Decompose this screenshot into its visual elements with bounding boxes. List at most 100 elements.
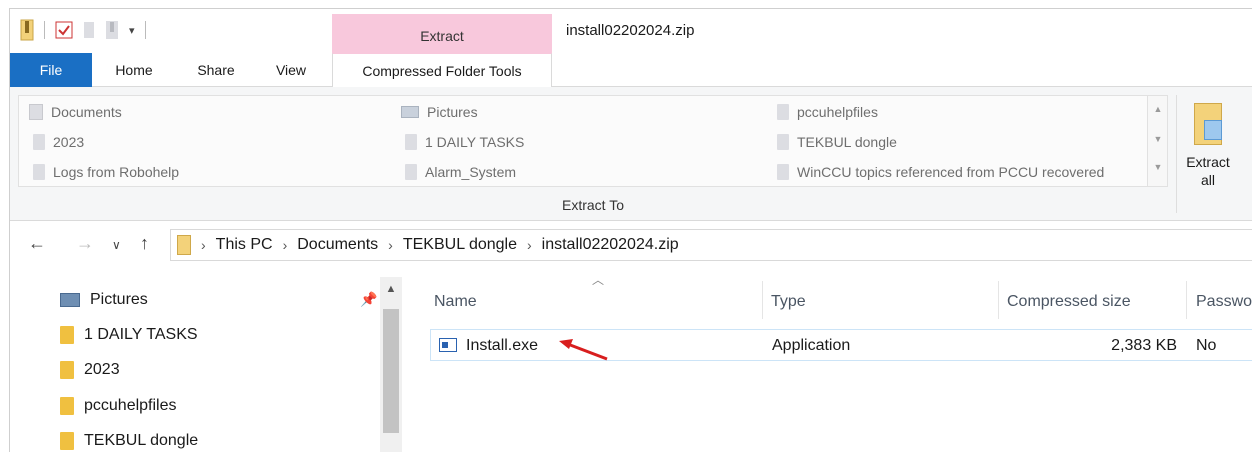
extract-to-item[interactable]: TEKBUL dongle [777,130,897,154]
explorer-window: ▾ Extract install02202024.zip File Home … [9,8,1252,452]
nav-item-pccuhelpfiles[interactable]: pccuhelpfiles [60,393,177,419]
pictures-icon [60,293,80,307]
extract-to-item-label: WinCCU topics referenced from PCCU recov… [797,164,1105,180]
extract-to-group-label: Extract To [562,197,624,213]
tab-home[interactable]: Home [102,53,166,87]
file-list: ︿ Name Type Compressed size Passwo Insta… [420,267,1252,452]
file-type: Application [772,337,851,354]
nav-item-tekbul-dongle[interactable]: TEKBUL dongle [60,428,198,452]
file-compressed-size: 2,383 KB [1111,337,1177,354]
extract-all-label-line2: all [1200,172,1215,188]
extract-to-item-label: Pictures [427,104,478,120]
customize-toolbar-icon[interactable]: ▾ [129,24,135,37]
new-folder-icon[interactable] [83,21,95,39]
folder-icon [777,164,789,180]
breadcrumb-documents[interactable]: Documents [297,236,378,254]
breadcrumb-separator-icon[interactable]: › [201,237,206,253]
toolbar-separator [44,21,45,39]
up-arrow-icon[interactable]: ↑ [140,233,149,254]
zip-folder-small-icon[interactable] [105,20,119,40]
pictures-folder-icon [401,106,419,118]
extract-all-button[interactable]: Extract all [1180,95,1236,205]
scroll-up-icon[interactable]: ▲ [380,283,402,295]
application-icon [439,338,457,352]
extract-to-item-label: Alarm_System [425,164,517,180]
back-arrow-icon[interactable]: ← [28,233,46,254]
extract-to-item-label: pccuhelpfiles [797,104,878,120]
context-tab-label: Extract [420,28,464,44]
column-divider[interactable] [998,281,999,319]
gallery-more-icon[interactable]: ▼ [1148,162,1168,172]
scroll-down-icon[interactable]: ▼ [1148,134,1168,144]
document-folder-icon [29,104,43,120]
properties-icon[interactable] [55,21,73,39]
nav-pane-scrollbar[interactable]: ▲ [380,277,402,452]
folder-icon [33,134,45,150]
nav-item-label: Pictures [90,291,148,308]
extract-to-item[interactable]: Documents [29,100,122,124]
file-password: No [1196,337,1217,354]
extract-to-item[interactable]: Logs from Robohelp [33,160,179,184]
recent-locations-chevron-icon[interactable]: ∨ [112,238,121,252]
zip-folder-icon[interactable] [20,19,34,41]
ribbon-tabs: File Home Share View Compressed Folder T… [10,53,1252,87]
tab-compressed-folder-tools[interactable]: Compressed Folder Tools [332,53,552,87]
scrollbar-thumb[interactable] [383,309,399,433]
table-row[interactable]: Install.exe Application 2,383 KB No [430,329,1252,361]
extract-to-item[interactable]: WinCCU topics referenced from PCCU recov… [777,160,1104,184]
column-header-password[interactable]: Passwo [1196,293,1252,311]
toolbar-separator [144,21,146,39]
extract-to-item[interactable]: Alarm_System [405,160,516,184]
extract-to-item[interactable]: Pictures [401,100,478,124]
nav-item-2023[interactable]: 2023 [60,357,120,383]
column-divider[interactable] [1186,281,1187,319]
nav-item-1-daily-tasks[interactable]: 1 DAILY TASKS [60,322,198,348]
breadcrumb-tekbul-dongle[interactable]: TEKBUL dongle [403,236,517,254]
title-bar: ▾ Extract install02202024.zip [10,9,1252,54]
pin-icon[interactable]: 📌 [360,291,377,308]
folder-icon [60,397,74,415]
column-header-type[interactable]: Type [771,293,806,311]
folder-icon [777,104,789,120]
tab-view[interactable]: View [265,53,317,87]
folder-icon [405,164,417,180]
breadcrumb-separator-icon[interactable]: › [283,237,288,253]
nav-item-label: TEKBUL dongle [84,432,199,449]
breadcrumb-zip[interactable]: install02202024.zip [542,236,679,254]
forward-arrow-icon[interactable]: → [76,233,94,254]
folder-icon [777,134,789,150]
breadcrumb-this-pc[interactable]: This PC [216,236,273,254]
extract-to-item[interactable]: 2023 [33,130,84,154]
extract-to-gallery: Documents 2023 Logs from Robohelp Pictur… [18,95,1168,187]
breadcrumb-separator-icon[interactable]: › [527,237,532,253]
address-bar[interactable]: › This PC › Documents › TEKBUL dongle › … [170,229,1252,261]
extract-all-label-line1: Extract [1186,154,1230,170]
file-name[interactable]: Install.exe [466,337,538,355]
folder-icon [60,432,74,450]
nav-item-label: 1 DAILY TASKS [84,326,198,343]
extract-to-item[interactable]: pccuhelpfiles [777,100,878,124]
context-tab-extract: Extract [332,14,552,54]
tab-share[interactable]: Share [188,53,244,87]
extract-to-item-label: Documents [51,104,122,120]
window-title: install02202024.zip [566,22,695,39]
folder-icon [60,326,74,344]
column-header-name[interactable]: Name [434,293,477,311]
extract-to-item-label: 2023 [53,134,85,150]
nav-item-label: 2023 [84,361,120,378]
column-header-compressed-size[interactable]: Compressed size [1007,293,1131,311]
quick-access-toolbar: ▾ [20,19,146,41]
scroll-up-icon[interactable]: ▲ [1148,104,1168,114]
red-arrow-annotation-icon [559,339,608,361]
tab-file[interactable]: File [10,53,92,87]
column-divider[interactable] [762,281,763,319]
gallery-scrollbar[interactable]: ▲ ▼ ▼ [1147,96,1167,186]
nav-item-pictures[interactable]: Pictures [60,287,148,313]
folder-icon [405,134,417,150]
extract-all-icon [1194,103,1222,145]
breadcrumb-separator-icon[interactable]: › [388,237,393,253]
extract-to-item[interactable]: 1 DAILY TASKS [405,130,524,154]
extract-to-item-label: Logs from Robohelp [53,164,180,180]
extract-to-item-label: TEKBUL dongle [797,134,897,150]
extract-to-item-label: 1 DAILY TASKS [425,134,525,150]
